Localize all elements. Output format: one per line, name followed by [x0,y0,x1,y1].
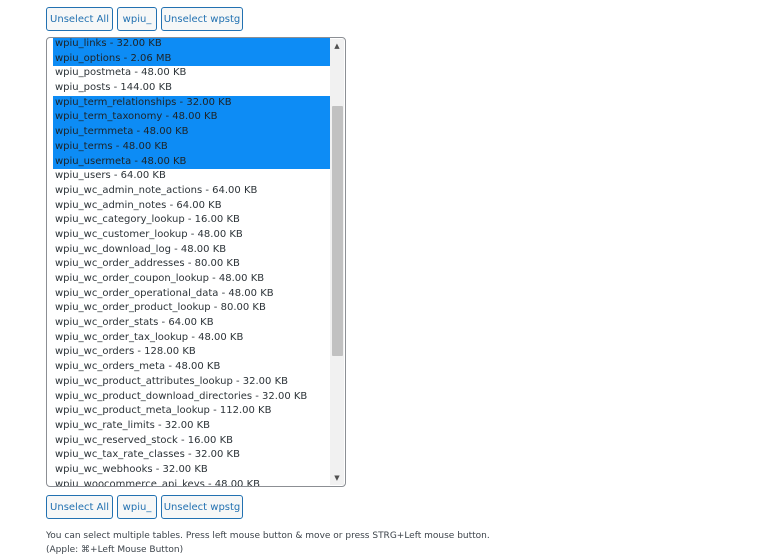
table-option[interactable]: wpiu_users - 64.00 KB [53,169,330,184]
table-option[interactable]: wpiu_wc_customer_lookup - 48.00 KB [53,228,330,243]
table-option[interactable]: wpiu_wc_order_addresses - 80.00 KB [53,257,330,272]
help-line-2: (Apple: ⌘+Left Mouse Button) [46,545,184,555]
table-option[interactable]: wpiu_usermeta - 48.00 KB [53,154,330,170]
table-option[interactable]: wpiu_wc_product_download_directories - 3… [53,390,330,405]
table-option[interactable]: wpiu_terms - 48.00 KB [53,139,330,155]
select-prefix-button[interactable]: wpiu_ [117,495,157,519]
table-option[interactable]: wpiu_wc_rate_limits - 32.00 KB [53,419,330,434]
table-option[interactable]: wpiu_wc_admin_notes - 64.00 KB [53,199,330,214]
table-option[interactable]: wpiu_wc_category_lookup - 16.00 KB [53,213,330,228]
bottom-button-row: Unselect All wpiu_ Unselect wpstg [46,495,243,519]
scroll-up-icon[interactable]: ▲ [330,39,344,53]
table-options: wpiu_links - 32.00 KB wpiu_options - 2.06… [53,38,330,486]
table-option[interactable]: wpiu_options - 2.06 MB [53,51,330,67]
select-prefix-button[interactable]: wpiu_ [117,7,157,31]
table-option[interactable]: wpiu_term_relationships - 32.00 KB [53,95,330,111]
table-option[interactable]: wpiu_wc_admin_note_actions - 64.00 KB [53,184,330,199]
table-option[interactable]: wpiu_wc_product_attributes_lookup - 32.0… [53,375,330,390]
unselect-all-button[interactable]: Unselect All [46,495,113,519]
table-option[interactable]: wpiu_posts - 144.00 KB [53,81,330,96]
table-option[interactable]: wpiu_wc_order_product_lookup - 80.00 KB [53,301,330,316]
scroll-down-icon[interactable]: ▼ [330,471,344,485]
table-option[interactable]: wpiu_wc_product_meta_lookup - 112.00 KB [53,404,330,419]
table-option[interactable]: wpiu_wc_order_tax_lookup - 48.00 KB [53,331,330,346]
help-line-1: You can select multiple tables. Press le… [46,531,490,541]
table-option[interactable]: wpiu_postmeta - 48.00 KB [53,66,330,81]
selection-help-text: You can select multiple tables. Press le… [46,529,490,557]
table-option[interactable]: wpiu_links - 32.00 KB [53,38,330,52]
table-option[interactable]: wpiu_woocommerce_api_keys - 48.00 KB [53,478,330,486]
listbox-scrollbar[interactable]: ▲ ▼ [330,39,344,485]
table-option[interactable]: wpiu_term_taxonomy - 48.00 KB [53,110,330,126]
table-select-listbox[interactable]: wpiu_links - 32.00 KB wpiu_options - 2.06… [46,37,346,487]
table-option[interactable]: wpiu_wc_webhooks - 32.00 KB [53,463,330,478]
table-option[interactable]: wpiu_wc_order_stats - 64.00 KB [53,316,330,331]
table-option[interactable]: wpiu_wc_order_operational_data - 48.00 K… [53,287,330,302]
table-option[interactable]: wpiu_termmeta - 48.00 KB [53,125,330,140]
table-option[interactable]: wpiu_wc_download_log - 48.00 KB [53,243,330,258]
unselect-wpstg-button[interactable]: Unselect wpstg [161,495,243,519]
table-option[interactable]: wpiu_wc_tax_rate_classes - 32.00 KB [53,448,330,463]
table-option[interactable]: wpiu_wc_orders - 128.00 KB [53,345,330,360]
table-option[interactable]: wpiu_wc_reserved_stock - 16.00 KB [53,434,330,449]
table-option[interactable]: wpiu_wc_orders_meta - 48.00 KB [53,360,330,375]
top-button-row: Unselect All wpiu_ Unselect wpstg [46,7,243,31]
unselect-wpstg-button[interactable]: Unselect wpstg [161,7,243,31]
unselect-all-button[interactable]: Unselect All [46,7,113,31]
table-option[interactable]: wpiu_wc_order_coupon_lookup - 48.00 KB [53,272,330,287]
scroll-thumb[interactable] [332,106,343,356]
